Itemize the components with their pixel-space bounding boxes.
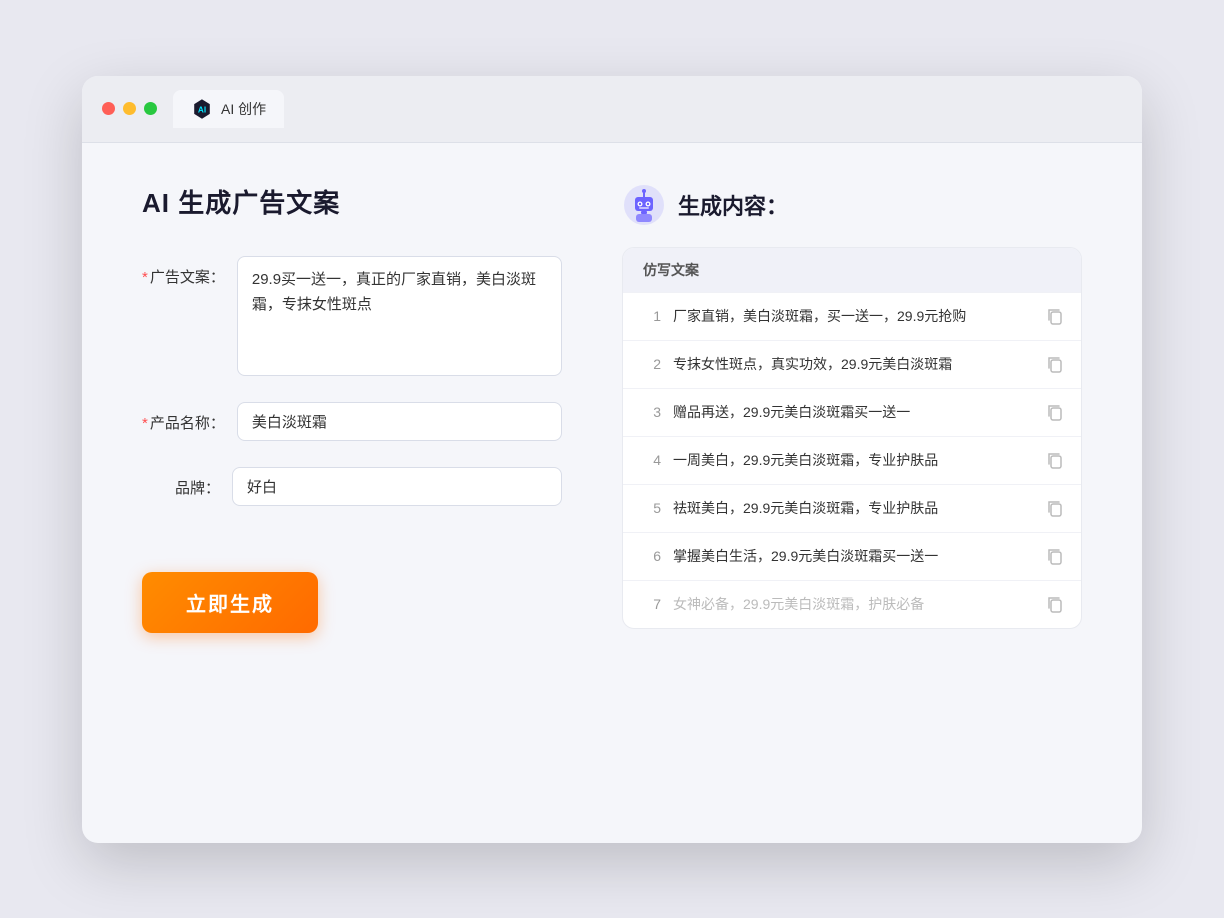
row-number: 4 <box>639 452 661 468</box>
row-number: 7 <box>639 596 661 612</box>
table-header: 仿写文案 <box>623 248 1081 292</box>
table-row: 1 厂家直销，美白淡斑霜，买一送一，29.9元抢购 <box>623 292 1081 340</box>
row-text: 专抹女性斑点，真实功效，29.9元美白淡斑霜 <box>673 354 1033 375</box>
window-controls <box>102 102 157 115</box>
brand-row: 品牌： <box>142 467 562 506</box>
product-name-row: *产品名称： <box>142 402 562 441</box>
results-table: 仿写文案 1 厂家直销，美白淡斑霜，买一送一，29.9元抢购 2 专抹女性斑点，真实… <box>622 247 1082 629</box>
browser-window: AI AI 创作 AI 生成广告文案 *广告文案： 29.9买一送一，真正的厂家… <box>82 76 1142 843</box>
copy-icon[interactable] <box>1045 306 1065 326</box>
minimize-button[interactable] <box>123 102 136 115</box>
table-row: 7 女神必备，29.9元美白淡斑霜，护肤必备 <box>623 580 1081 628</box>
right-title: 生成内容： <box>678 189 788 221</box>
row-number: 6 <box>639 548 661 564</box>
product-name-input[interactable] <box>237 402 562 441</box>
copy-icon[interactable] <box>1045 354 1065 374</box>
table-row: 5 祛斑美白，29.9元美白淡斑霜，专业护肤品 <box>623 484 1081 532</box>
row-text: 一周美白，29.9元美白淡斑霜，专业护肤品 <box>673 450 1033 471</box>
row-text: 女神必备，29.9元美白淡斑霜，护肤必备 <box>673 594 1033 615</box>
ad-copy-row: *广告文案： 29.9买一送一，真正的厂家直销，美白淡斑霜，专抹女性斑点 <box>142 256 562 376</box>
generate-button[interactable]: 立即生成 <box>142 572 318 633</box>
close-button[interactable] <box>102 102 115 115</box>
row-text: 赠品再送，29.9元美白淡斑霜买一送一 <box>673 402 1033 423</box>
ai-tab-icon: AI <box>191 98 213 120</box>
ad-copy-label: *广告文案： <box>142 256 237 287</box>
row-number: 1 <box>639 308 661 324</box>
tab-label: AI 创作 <box>221 99 266 119</box>
title-bar: AI AI 创作 <box>82 76 1142 143</box>
copy-icon[interactable] <box>1045 498 1065 518</box>
row-text: 祛斑美白，29.9元美白淡斑霜，专业护肤品 <box>673 498 1033 519</box>
required-star-1: * <box>142 269 148 286</box>
left-panel: AI 生成广告文案 *广告文案： 29.9买一送一，真正的厂家直销，美白淡斑霜，… <box>142 183 562 803</box>
copy-icon[interactable] <box>1045 546 1065 566</box>
content-area: AI 生成广告文案 *广告文案： 29.9买一送一，真正的厂家直销，美白淡斑霜，… <box>82 143 1142 843</box>
row-number: 3 <box>639 404 661 420</box>
copy-icon[interactable] <box>1045 594 1065 614</box>
row-number: 5 <box>639 500 661 516</box>
right-header: 生成内容： <box>622 183 1082 227</box>
copy-icon[interactable] <box>1045 402 1065 422</box>
table-row: 3 赠品再送，29.9元美白淡斑霜买一送一 <box>623 388 1081 436</box>
ad-copy-input[interactable]: 29.9买一送一，真正的厂家直销，美白淡斑霜，专抹女性斑点 <box>237 256 562 376</box>
row-number: 2 <box>639 356 661 372</box>
brand-input[interactable] <box>232 467 562 506</box>
brand-label: 品牌： <box>142 467 232 498</box>
right-panel: 生成内容： 仿写文案 1 厂家直销，美白淡斑霜，买一送一，29.9元抢购 2 专抹女… <box>622 183 1082 803</box>
table-row: 4 一周美白，29.9元美白淡斑霜，专业护肤品 <box>623 436 1081 484</box>
product-name-label: *产品名称： <box>142 402 237 433</box>
tab-ai-creation[interactable]: AI AI 创作 <box>173 90 284 128</box>
row-text: 掌握美白生活，29.9元美白淡斑霜买一送一 <box>673 546 1033 567</box>
row-text: 厂家直销，美白淡斑霜，买一送一，29.9元抢购 <box>673 306 1033 327</box>
maximize-button[interactable] <box>144 102 157 115</box>
copy-icon[interactable] <box>1045 450 1065 470</box>
svg-text:AI: AI <box>198 105 206 114</box>
page-title: AI 生成广告文案 <box>142 183 562 220</box>
required-star-2: * <box>142 415 148 432</box>
table-row: 6 掌握美白生活，29.9元美白淡斑霜买一送一 <box>623 532 1081 580</box>
robot-icon <box>622 183 666 227</box>
table-row: 2 专抹女性斑点，真实功效，29.9元美白淡斑霜 <box>623 340 1081 388</box>
